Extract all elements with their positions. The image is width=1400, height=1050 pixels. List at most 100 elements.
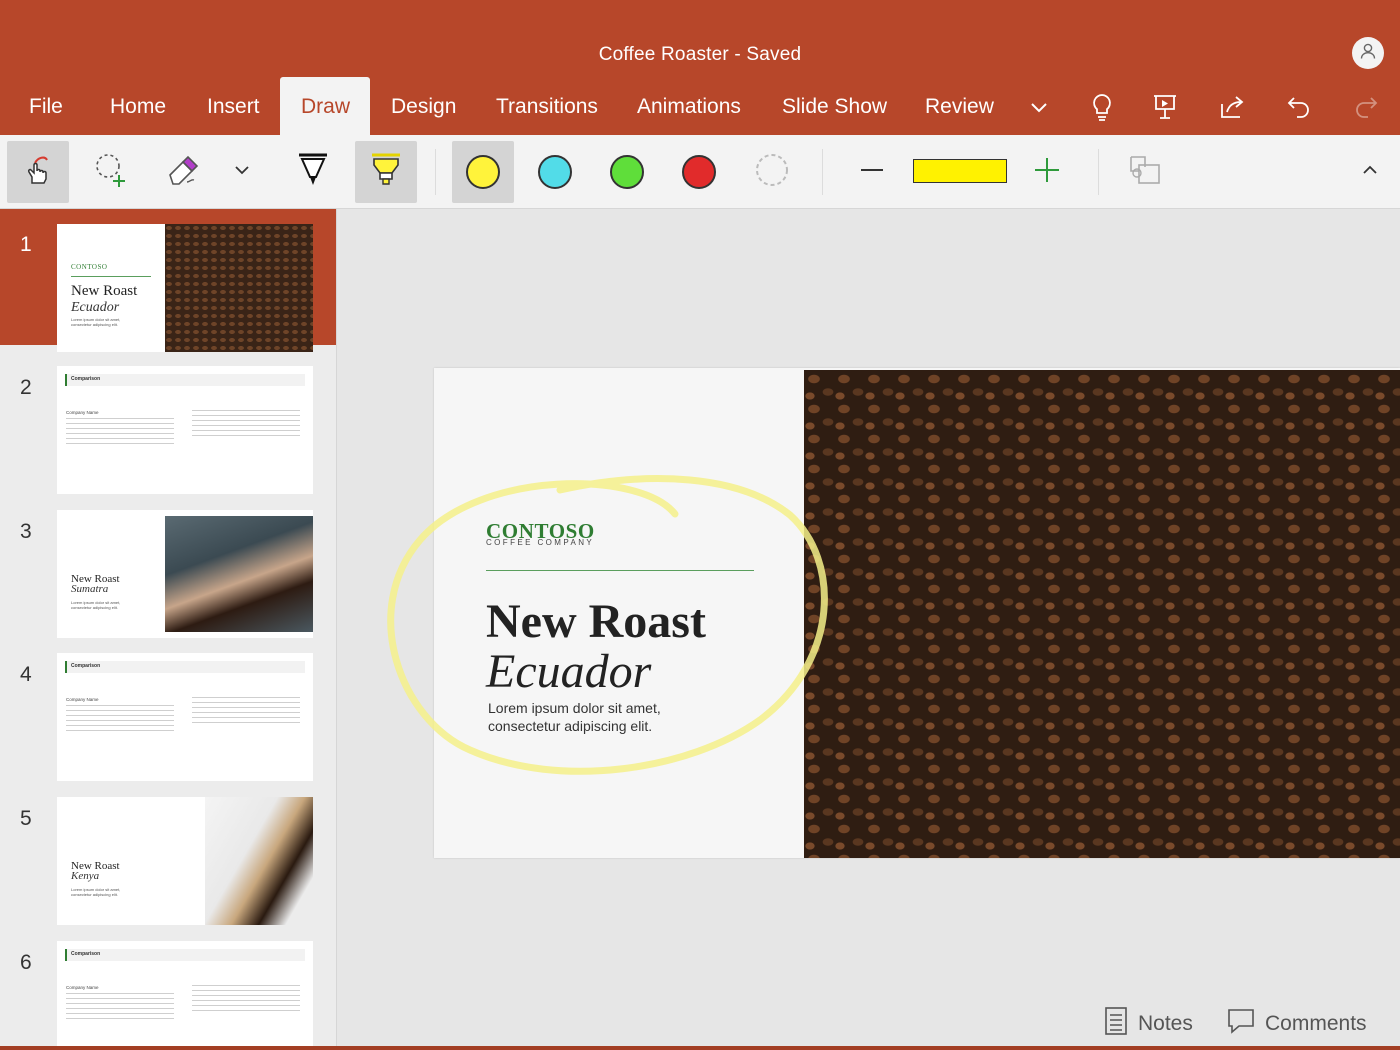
highlighter-button[interactable] bbox=[355, 141, 417, 203]
eraser-options-button[interactable] bbox=[212, 141, 272, 203]
person-icon bbox=[1359, 42, 1377, 65]
touch-draw-icon bbox=[21, 153, 55, 192]
thumbnail-text-lines bbox=[66, 993, 174, 1023]
pen-button[interactable] bbox=[282, 141, 344, 203]
tab-draw[interactable]: Draw bbox=[280, 77, 370, 135]
slide-brand-subtitle: COFFEE COMPANY bbox=[486, 538, 595, 547]
increase-thickness-button[interactable] bbox=[1016, 141, 1078, 203]
account-button[interactable] bbox=[1352, 37, 1384, 69]
pen-icon bbox=[296, 152, 330, 193]
slide-number: 4 bbox=[20, 663, 32, 686]
thumbnail-accent bbox=[65, 374, 67, 386]
more-colors-button[interactable] bbox=[741, 141, 803, 203]
slide-thumbnails-panel[interactable]: 1 CONTOSO New Roast Ecuador Lorem ipsum … bbox=[0, 209, 337, 1050]
slide-thumbnail-6[interactable]: Comparison Company Name bbox=[57, 941, 313, 1050]
tab-home[interactable]: Home bbox=[89, 77, 187, 135]
decrease-thickness-icon bbox=[860, 158, 884, 187]
tab-slide-show[interactable]: Slide Show bbox=[761, 77, 908, 135]
thumbnail-row[interactable]: 4 Comparison Company Name bbox=[0, 639, 336, 781]
swatch-fill bbox=[610, 155, 644, 189]
ribbon-tabs: File Home Insert Draw Design Transitions… bbox=[0, 77, 1400, 135]
eraser-icon bbox=[165, 152, 201, 193]
slide-subtitle[interactable]: Ecuador bbox=[486, 644, 651, 699]
lightbulb-icon[interactable] bbox=[1086, 91, 1118, 123]
title-bar: Coffee Roaster - Saved File Home Insert … bbox=[0, 0, 1400, 135]
thumbnail-brand: CONTOSO bbox=[71, 263, 108, 271]
thickness-preview bbox=[913, 159, 1007, 183]
thumbnail-body: Lorem ipsum dolor sit amet, consectetur … bbox=[71, 600, 121, 610]
slide-title[interactable]: New Roast bbox=[486, 594, 706, 649]
color-swatch-red[interactable] bbox=[668, 141, 730, 203]
chevron-down-icon[interactable] bbox=[1023, 91, 1055, 123]
thumbnail-row[interactable]: 1 CONTOSO New Roast Ecuador Lorem ipsum … bbox=[0, 209, 336, 352]
thumbnail-subtitle: Ecuador bbox=[71, 300, 120, 315]
comment-icon bbox=[1227, 1008, 1255, 1040]
color-swatch-green[interactable] bbox=[596, 141, 658, 203]
slide-number: 3 bbox=[20, 520, 32, 543]
slide-canvas[interactable]: CONTOSO COFFEE COMPANY New Roast Ecuador… bbox=[434, 368, 1400, 858]
notes-button[interactable]: Notes bbox=[1104, 1006, 1193, 1042]
collapse-ribbon-button[interactable] bbox=[1339, 141, 1400, 203]
tab-file[interactable]: File bbox=[8, 77, 84, 135]
tab-design[interactable]: Design bbox=[370, 77, 477, 135]
undo-icon[interactable] bbox=[1283, 91, 1315, 123]
share-icon[interactable] bbox=[1216, 91, 1248, 123]
thumbnail-header-text: Comparison bbox=[71, 663, 101, 669]
eraser-button[interactable] bbox=[152, 141, 214, 203]
swatch-fill bbox=[466, 155, 500, 189]
thumbnail-title: New Roast bbox=[71, 283, 138, 299]
slide-body-text[interactable]: Lorem ipsum dolor sit amet, consectetur … bbox=[488, 699, 708, 735]
color-swatch-yellow[interactable] bbox=[452, 141, 514, 203]
slide-rule bbox=[486, 570, 754, 571]
window-bottom-edge bbox=[0, 1046, 1400, 1050]
lasso-select-button[interactable] bbox=[80, 141, 142, 203]
tab-transitions[interactable]: Transitions bbox=[475, 77, 619, 135]
ink-to-shape-button[interactable] bbox=[1114, 141, 1176, 203]
thumbnail-row[interactable]: 3 New Roast Sumatra Lorem ipsum dolor si… bbox=[0, 496, 336, 638]
comments-button[interactable]: Comments bbox=[1227, 1008, 1367, 1040]
toolbar-separator bbox=[435, 149, 436, 195]
redo-icon[interactable] bbox=[1350, 91, 1382, 123]
touch-draw-button[interactable] bbox=[7, 141, 69, 203]
thumbnail-text-lines bbox=[66, 705, 174, 735]
thumbnail-accent bbox=[65, 661, 67, 673]
swatch-fill bbox=[538, 155, 572, 189]
toolbar-separator bbox=[822, 149, 823, 195]
increase-thickness-icon bbox=[1034, 157, 1060, 188]
decrease-thickness-button[interactable] bbox=[841, 141, 903, 203]
thumbnail-header bbox=[65, 661, 305, 673]
thumbnail-body: Lorem ipsum dolor sit amet, consectetur … bbox=[71, 317, 121, 327]
tab-review[interactable]: Review bbox=[904, 77, 1015, 135]
thumbnail-header-text: Comparison bbox=[71, 376, 101, 382]
thumbnail-row[interactable]: 2 Comparison Company Name bbox=[0, 352, 336, 494]
coffee-beans-image bbox=[165, 224, 313, 352]
present-icon[interactable] bbox=[1149, 91, 1181, 123]
notes-icon bbox=[1104, 1006, 1128, 1042]
thumbnail-row[interactable]: 5 New Roast Kenya Lorem ipsum dolor sit … bbox=[0, 783, 336, 925]
chevron-down-icon bbox=[233, 161, 251, 184]
slide-thumbnail-3[interactable]: New Roast Sumatra Lorem ipsum dolor sit … bbox=[57, 510, 313, 638]
swatch-fill bbox=[682, 155, 716, 189]
thumbnail-body: Lorem ipsum dolor sit amet, consectetur … bbox=[71, 887, 121, 897]
slide-thumbnail-4[interactable]: Comparison Company Name bbox=[57, 653, 313, 781]
tab-insert[interactable]: Insert bbox=[186, 77, 281, 135]
slide-number: 1 bbox=[20, 233, 32, 256]
tab-animations[interactable]: Animations bbox=[616, 77, 762, 135]
color-swatch-cyan[interactable] bbox=[524, 141, 586, 203]
thumbnail-rule bbox=[71, 276, 151, 277]
slide-number: 6 bbox=[20, 951, 32, 974]
slide-number: 2 bbox=[20, 376, 32, 399]
thumbnail-text-lines bbox=[192, 410, 300, 440]
thumbnail-header-text: Comparison bbox=[71, 951, 101, 957]
document-title: Coffee Roaster - Saved bbox=[598, 44, 802, 65]
slide-thumbnail-1[interactable]: CONTOSO New Roast Ecuador Lorem ipsum do… bbox=[57, 224, 313, 352]
thumbnail-header bbox=[65, 374, 305, 386]
thumbnail-text-lines bbox=[192, 697, 300, 727]
coffee-beans-image[interactable] bbox=[804, 370, 1400, 858]
thumbnail-text-lines bbox=[192, 985, 300, 1015]
slide-thumbnail-2[interactable]: Comparison Company Name bbox=[57, 366, 313, 494]
thumbnail-row[interactable]: 6 Comparison Company Name bbox=[0, 927, 336, 1050]
coffee-bag-image bbox=[205, 797, 313, 925]
highlighter-icon bbox=[369, 152, 403, 193]
slide-thumbnail-5[interactable]: New Roast Kenya Lorem ipsum dolor sit am… bbox=[57, 797, 313, 925]
